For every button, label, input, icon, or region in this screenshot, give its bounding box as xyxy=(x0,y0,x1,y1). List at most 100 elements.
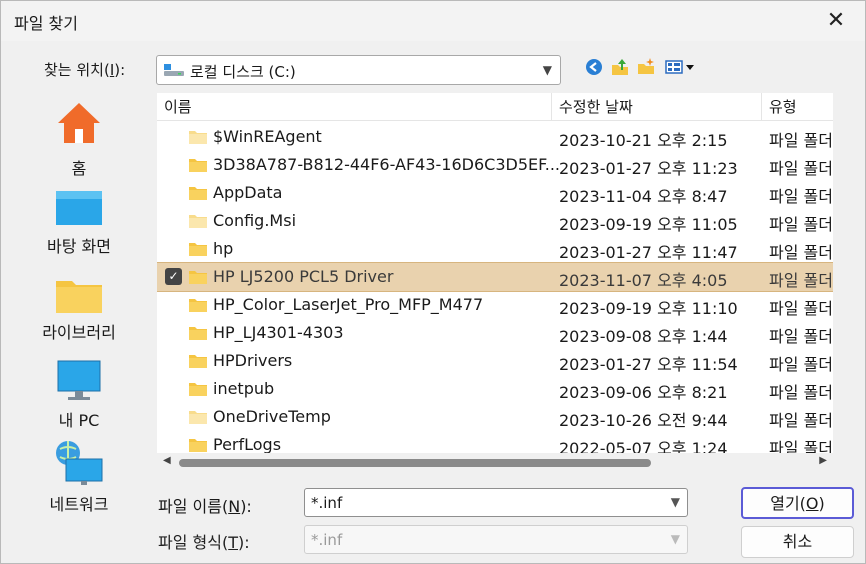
file-type: 파일 폴더 xyxy=(769,355,833,374)
file-name: $WinREAgent xyxy=(213,127,322,146)
file-date: 2023-09-08 오후 1:44 xyxy=(559,327,728,346)
folder-icon xyxy=(189,327,207,340)
file-date: 2023-11-04 오후 8:47 xyxy=(559,187,728,206)
file-name: HP LJ5200 PCL5 Driver xyxy=(213,267,394,286)
file-row[interactable]: Config.Msi 2023-09-19 오후 11:05 파일 폴더 xyxy=(157,207,833,235)
open-button[interactable]: 열기(O) xyxy=(741,487,854,519)
filetype-select[interactable]: *.inf ▼ xyxy=(304,525,688,554)
vertical-scrollbar[interactable] xyxy=(833,93,847,453)
filename-input[interactable]: *.inf ▼ xyxy=(304,488,688,517)
file-row[interactable]: HP_LJ4301-4303 2023-09-08 오후 1:44 파일 폴더 xyxy=(157,319,833,347)
chevron-down-icon[interactable]: ▼ xyxy=(671,532,680,546)
file-row[interactable]: OneDriveTemp 2023-10-26 오전 9:44 파일 폴더 xyxy=(157,403,833,431)
filetype-label: 파일 형식(T): xyxy=(158,533,250,552)
file-type: 파일 폴더 xyxy=(769,243,833,262)
pc-icon xyxy=(57,360,101,400)
file-type: 파일 폴더 xyxy=(769,187,833,206)
column-header-name[interactable]: 이름 xyxy=(157,93,552,121)
file-name: hp xyxy=(213,239,234,258)
scroll-right-icon[interactable]: ▶ xyxy=(819,455,827,466)
file-row[interactable]: inetpub 2023-09-06 오후 8:21 파일 폴더 xyxy=(157,375,833,403)
file-type: 파일 폴더 xyxy=(769,439,833,453)
place-desktop[interactable]: 바탕 화면 xyxy=(14,189,144,259)
file-row[interactable]: hp 2023-01-27 오후 11:47 파일 폴더 xyxy=(157,235,833,263)
file-date: 2023-11-07 오후 4:05 xyxy=(559,271,728,290)
places-bar: 홈 바탕 화면 라이브러리 내 PC 네트워크 xyxy=(14,93,150,523)
list-header: ^ 이름 수정한 날짜 유형 xyxy=(157,93,833,121)
folder-icon xyxy=(189,131,207,144)
file-type: 파일 폴더 xyxy=(769,131,833,150)
folder-icon xyxy=(189,215,207,228)
file-name: PerfLogs xyxy=(213,435,282,453)
file-date: 2023-09-19 오후 11:10 xyxy=(559,299,738,318)
horizontal-scrollbar[interactable]: ◀ ▶ xyxy=(157,453,833,471)
file-date: 2023-01-27 오후 11:54 xyxy=(559,355,738,374)
chevron-down-icon[interactable]: ▼ xyxy=(671,495,680,509)
cancel-button[interactable]: 취소 xyxy=(741,526,854,558)
look-in-combobox[interactable]: 로컬 디스크 (C:) ▼ xyxy=(156,55,561,85)
file-row[interactable]: ✓ HP LJ5200 PCL5 Driver 2023-11-07 오후 4:05… xyxy=(157,262,833,292)
file-name: HP_Color_LaserJet_Pro_MFP_M477 xyxy=(213,295,484,314)
title-bar: 파일 찾기 ✕ xyxy=(1,1,865,41)
chevron-down-icon[interactable]: ▼ xyxy=(543,63,552,77)
file-name: inetpub xyxy=(213,379,275,398)
look-in-label: 찾는 위치(I): xyxy=(44,61,126,79)
file-type: 파일 폴더 xyxy=(769,383,833,402)
file-date: 2023-10-21 오후 2:15 xyxy=(559,131,728,150)
file-row[interactable]: PerfLogs 2022-05-07 오후 1:24 파일 폴더 xyxy=(157,431,833,453)
file-date: 2022-05-07 오후 1:24 xyxy=(559,439,728,453)
file-type: 파일 폴더 xyxy=(769,159,833,178)
home-icon xyxy=(58,103,100,143)
dialog-title: 파일 찾기 xyxy=(14,14,78,33)
folder-icon xyxy=(189,243,207,256)
column-header-date[interactable]: 수정한 날짜 xyxy=(552,93,762,121)
folder-icon xyxy=(189,159,207,172)
file-row[interactable]: $WinREAgent 2023-10-21 오후 2:15 파일 폴더 xyxy=(157,123,833,151)
place-my-pc[interactable]: 내 PC xyxy=(14,359,144,430)
file-type: 파일 폴더 xyxy=(769,299,833,318)
scroll-thumb[interactable] xyxy=(179,459,651,467)
drive-icon xyxy=(164,64,184,76)
up-folder-icon[interactable] xyxy=(608,55,632,79)
file-name: 3D38A787-B812-44F6-AF43-16D6C3D5EF... xyxy=(213,155,560,174)
place-home[interactable]: 홈 xyxy=(14,99,144,179)
file-type: 파일 폴더 xyxy=(769,411,833,430)
filetype-value: *.inf xyxy=(311,531,343,549)
folder-icon xyxy=(189,187,207,200)
column-header-type[interactable]: 유형 xyxy=(762,93,833,121)
back-icon[interactable] xyxy=(582,55,606,79)
file-date: 2023-09-19 오후 11:05 xyxy=(559,215,738,234)
file-row[interactable]: AppData 2023-11-04 오후 8:47 파일 폴더 xyxy=(157,179,833,207)
file-name: Config.Msi xyxy=(213,211,297,230)
file-date: 2023-01-27 오후 11:47 xyxy=(559,243,738,262)
folder-icon xyxy=(189,299,207,312)
filename-label: 파일 이름(N): xyxy=(158,497,252,516)
file-name: AppData xyxy=(213,183,283,202)
folder-icon xyxy=(189,383,207,396)
look-in-value: 로컬 디스크 (C:) xyxy=(190,63,296,81)
filename-value: *.inf xyxy=(311,494,343,512)
desktop-icon xyxy=(56,191,102,225)
place-network[interactable]: 네트워크 xyxy=(14,439,144,515)
file-type: 파일 폴더 xyxy=(769,327,833,346)
library-icon xyxy=(56,281,102,313)
folder-icon xyxy=(189,355,207,368)
file-date: 2023-09-06 오후 8:21 xyxy=(559,383,728,402)
view-menu-icon[interactable] xyxy=(662,55,700,79)
folder-icon xyxy=(189,411,207,424)
network-icon xyxy=(56,441,103,485)
close-icon[interactable]: ✕ xyxy=(825,10,847,32)
checkbox-checked-icon[interactable]: ✓ xyxy=(165,268,182,285)
new-folder-icon[interactable] xyxy=(634,55,658,79)
place-library[interactable]: 라이브러리 xyxy=(14,275,144,345)
file-date: 2023-10-26 오전 9:44 xyxy=(559,411,728,430)
file-row[interactable]: HPDrivers 2023-01-27 오후 11:54 파일 폴더 xyxy=(157,347,833,375)
file-list[interactable]: ^ 이름 수정한 날짜 유형 $WinREAgent 2023-10-21 오후 … xyxy=(157,93,833,453)
find-file-dialog: 파일 찾기 ✕ 찾는 위치(I): 로컬 디스크 (C:) ▼ 홈 바탕 화면 … xyxy=(0,0,866,564)
file-row[interactable]: HP_Color_LaserJet_Pro_MFP_M477 2023-09-19… xyxy=(157,291,833,319)
file-name: HP_LJ4301-4303 xyxy=(213,323,344,342)
folder-icon xyxy=(189,439,207,452)
file-row[interactable]: 3D38A787-B812-44F6-AF43-16D6C3D5EF... 202… xyxy=(157,151,833,179)
scroll-left-icon[interactable]: ◀ xyxy=(163,455,171,466)
file-name: OneDriveTemp xyxy=(213,407,331,426)
